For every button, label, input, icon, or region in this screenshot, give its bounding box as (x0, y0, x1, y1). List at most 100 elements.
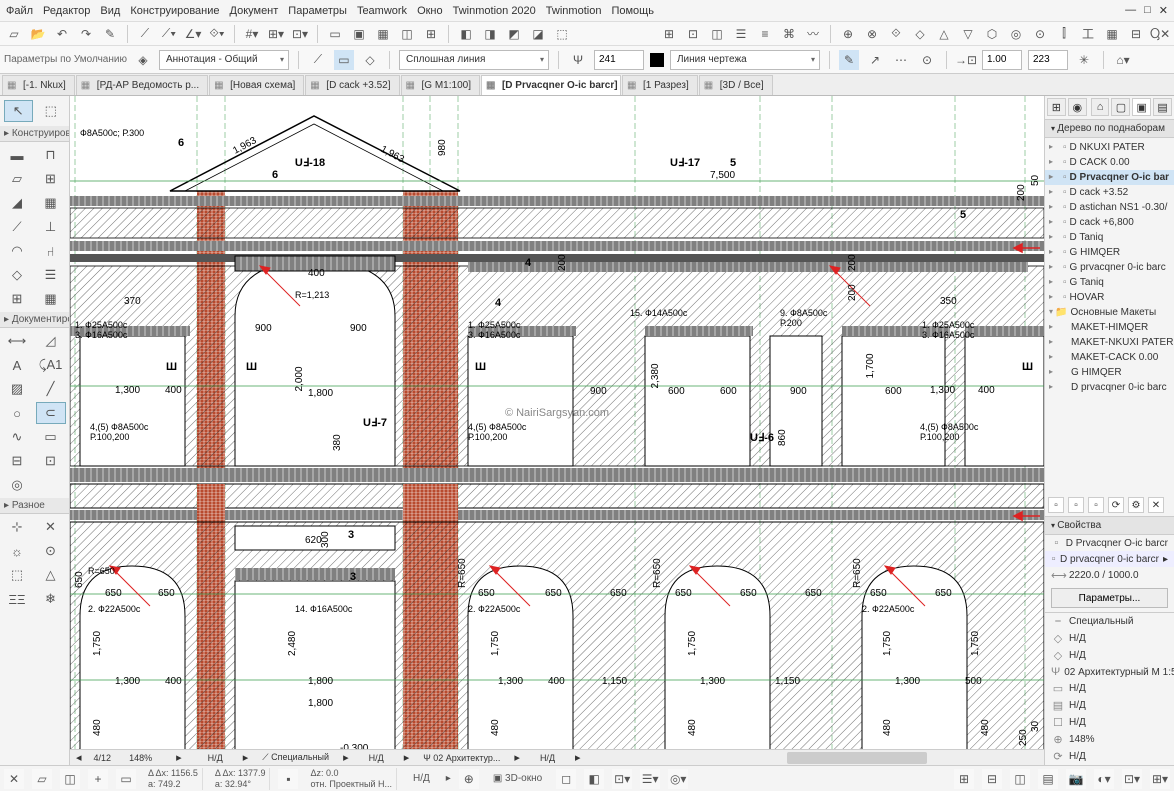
nav-tab2-icon[interactable]: ◉ (1068, 98, 1087, 116)
geom3-icon[interactable]: ◇ (360, 50, 380, 70)
prop-row[interactable]: ☐Н/Д (1045, 714, 1174, 731)
act6-icon[interactable]: ✕ (1148, 497, 1164, 513)
text-tool[interactable]: A (2, 354, 32, 376)
tool-e-icon[interactable]: ⬚ (552, 24, 572, 44)
t14-icon[interactable]: ◎ (1006, 24, 1026, 44)
act3-icon[interactable]: ▫ (1088, 497, 1104, 513)
arrow-tool[interactable]: ↖ (4, 100, 33, 122)
section-design[interactable]: Конструиров... (0, 126, 69, 142)
draw1-icon[interactable]: ✎ (839, 50, 859, 70)
star-icon[interactable]: ✳ (1074, 50, 1094, 70)
prop-row[interactable]: Ψ02 Архитектурный М 1:50 (1045, 664, 1174, 680)
tool-a-icon[interactable]: ◧ (456, 24, 476, 44)
t9-icon[interactable]: ⟐ (886, 24, 906, 44)
section-misc[interactable]: Разное (0, 498, 69, 514)
stairs-icon[interactable]: ☰ (731, 24, 751, 44)
sb7-icon[interactable]: ◻ (556, 769, 576, 789)
nav-tree[interactable]: ▫D NKUXI PATER ▫D CACK 0.00 ▫D Prvacqner… (1045, 138, 1174, 494)
draw2-icon[interactable]: ↗ (865, 50, 885, 70)
menu-teamwork[interactable]: Teamwork (357, 5, 407, 17)
angle-icon[interactable]: ∠▾ (183, 24, 203, 44)
sb1-icon[interactable]: ▱ (32, 769, 52, 789)
dimension-tool[interactable]: ⟷ (2, 330, 32, 352)
tree-item[interactable]: ▫D astichan NS1 -0.30/ (1045, 200, 1174, 215)
pen-color[interactable] (650, 53, 664, 67)
section-tool[interactable]: ⊟ (2, 450, 32, 472)
grid-icon[interactable]: #▾ (242, 24, 262, 44)
geom1-icon[interactable]: ⟋ (308, 50, 328, 70)
pick-icon[interactable]: ✎ (100, 24, 120, 44)
camera-tool[interactable]: ⊙ (36, 540, 66, 562)
t5-icon[interactable]: ≡ (755, 24, 775, 44)
xx-tool[interactable]: ΞΞ (2, 588, 32, 610)
detail-tool[interactable]: ◎ (2, 474, 32, 496)
guide-icon[interactable]: ⊞▾ (266, 24, 286, 44)
act4-icon[interactable]: ⟳ (1108, 497, 1124, 513)
door-tool[interactable]: ⊓ (36, 144, 66, 166)
menu-options[interactable]: Параметры (288, 5, 347, 17)
view1-icon[interactable]: ▭ (325, 24, 345, 44)
column-icon[interactable]: ⫿ (1054, 24, 1074, 44)
prop-row[interactable]: ▭Н/Д (1045, 680, 1174, 697)
nav-tab1-icon[interactable]: ⊞ (1047, 98, 1066, 116)
grid-tool[interactable]: ⊹ (2, 516, 32, 538)
act1-icon[interactable]: ▫ (1048, 497, 1064, 513)
prop-row[interactable]: ◇Н/Д (1045, 630, 1174, 647)
tree-layout[interactable]: MAKET-CACK 0.00 (1045, 350, 1174, 365)
draw4-icon[interactable]: ⊙ (917, 50, 937, 70)
snap-icon[interactable]: ⟐▾ (207, 24, 227, 44)
tool-b-icon[interactable]: ◨ (480, 24, 500, 44)
change-tool[interactable]: △ (36, 564, 66, 586)
object-tool[interactable]: ▦ (36, 192, 66, 214)
linecat-dropdown[interactable]: Линия чертежа (670, 50, 820, 70)
nav-icon-view[interactable]: ▢ (1111, 98, 1130, 116)
num2-input[interactable] (1028, 50, 1068, 70)
sb16-icon[interactable]: ◐▾ (1094, 769, 1114, 789)
mesh-tool[interactable]: ⊞ (2, 288, 32, 310)
tree-layout[interactable]: MAKET-HIMQER (1045, 320, 1174, 335)
quit-icon[interactable]: ✕ (4, 769, 24, 789)
window-maximize-icon[interactable]: □ (1144, 4, 1151, 17)
tree-item[interactable]: ▫G prvacqner 0-ic barc (1045, 260, 1174, 275)
sb18-icon[interactable]: ⊞▾ (1150, 769, 1170, 789)
t11-icon[interactable]: △ (934, 24, 954, 44)
t1-icon[interactable]: ⊞ (659, 24, 679, 44)
menu-file[interactable]: Файл (6, 5, 33, 17)
tree-item[interactable]: ▫G HIMQER (1045, 245, 1174, 260)
menu-document[interactable]: Документ (230, 5, 279, 17)
sb5-icon[interactable]: ▪ (278, 769, 298, 789)
camera-icon[interactable]: 📷 (1066, 769, 1086, 789)
tree-item-active[interactable]: ▫D Prvacqner O-ic bar (1045, 170, 1174, 185)
elev-tool[interactable]: ⊡ (36, 450, 66, 472)
act2-icon[interactable]: ▫ (1068, 497, 1084, 513)
tree-layout[interactable]: G HIMQER (1045, 365, 1174, 380)
tab-prvacqner[interactable]: [D Prvacqner O-ic barcr]✕ (481, 75, 621, 95)
tree-item[interactable]: ▫D NKUXI PATER (1045, 140, 1174, 155)
tree-layout[interactable]: MAKET-NKUXI PATER (1045, 335, 1174, 350)
arrow-icon[interactable]: →⊡ (956, 50, 976, 70)
sb10-icon[interactable]: ☰▾ (640, 769, 660, 789)
wall-tool[interactable]: ▬ (2, 144, 32, 166)
layer-icon[interactable]: ◈ (133, 50, 153, 70)
tree-item[interactable]: ▫D cack +6,800 (1045, 215, 1174, 230)
tree-item[interactable]: ▫HOVAR (1045, 290, 1174, 305)
prop-row[interactable]: ▤Н/Д (1045, 697, 1174, 714)
ruler-icon[interactable]: ⟋ (135, 24, 155, 44)
view4-icon[interactable]: ◫ (397, 24, 417, 44)
nav-icon-home[interactable]: ⌂ (1091, 98, 1110, 116)
threed-window[interactable]: ▣ 3D-окно (487, 773, 548, 784)
sb17-icon[interactable]: ⊡▾ (1122, 769, 1142, 789)
sb3-icon[interactable]: + (88, 769, 108, 789)
t20-icon[interactable]: Ⴓ✕ (1150, 24, 1170, 44)
tool-c-icon[interactable]: ◩ (504, 24, 524, 44)
sb12-icon[interactable]: ⊞ (954, 769, 974, 789)
canvas-scrollbar[interactable]: ◂ 4/12 148% ▸ Н/Д ▸ ⟋ Специальный ▸ Н/Д … (70, 749, 1044, 765)
open-icon[interactable]: 📂 (28, 24, 48, 44)
sb13-icon[interactable]: ⊟ (982, 769, 1002, 789)
chair-tool[interactable]: ⑁ (36, 240, 66, 262)
home-icon[interactable]: ⌂▾ (1113, 50, 1133, 70)
sb9-icon[interactable]: ⊡▾ (612, 769, 632, 789)
tree-item[interactable]: ▫G Taniq (1045, 275, 1174, 290)
menu-design[interactable]: Конструирование (130, 5, 219, 17)
level-tool[interactable]: ◿ (36, 330, 66, 352)
